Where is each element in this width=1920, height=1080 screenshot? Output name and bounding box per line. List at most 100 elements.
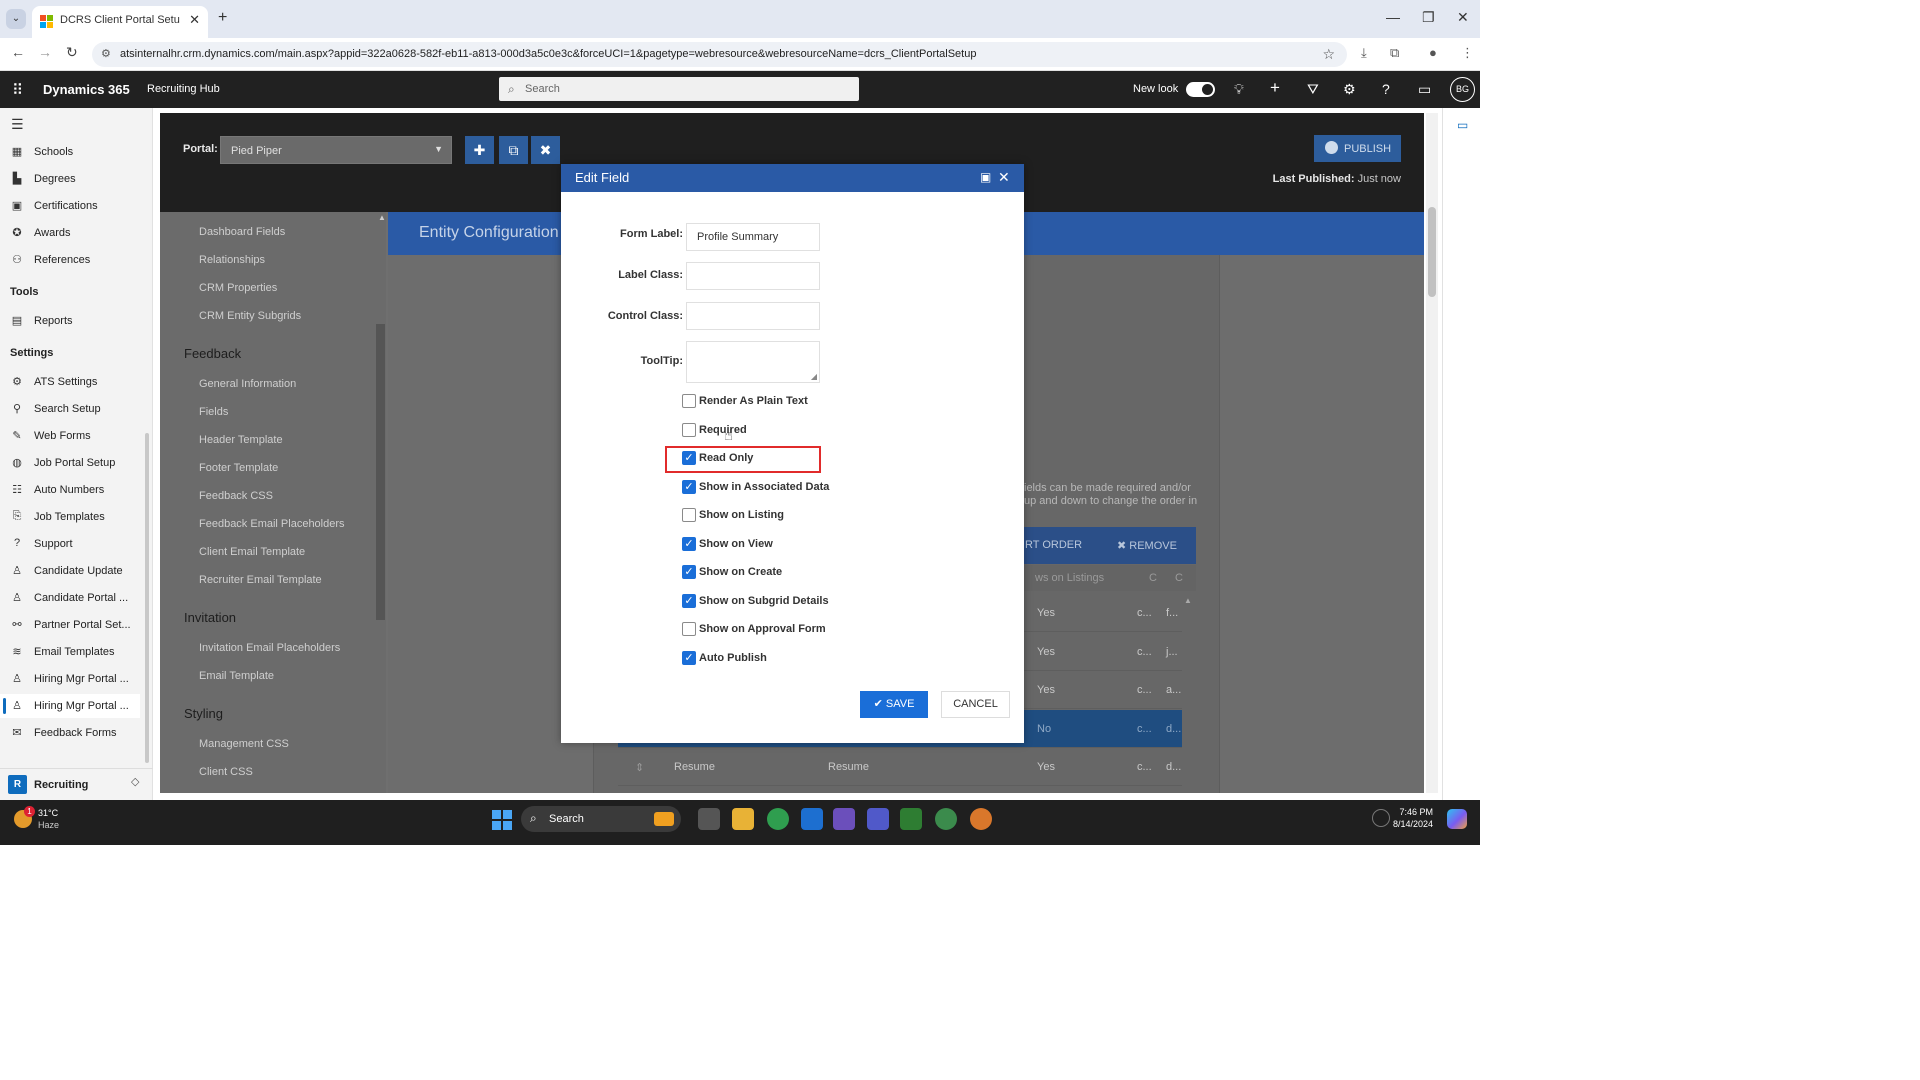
subnav-item[interactable]: Email Template	[199, 670, 274, 682]
browser-menu-icon[interactable]: ⋮	[1461, 45, 1474, 61]
nav-item[interactable]: ✎ Web Forms	[0, 424, 140, 448]
forward-icon[interactable]: →	[38, 44, 52, 60]
subnav-item[interactable]: Feedback Email Placeholders	[199, 518, 345, 530]
nav-item[interactable]: ▣ Certifications	[0, 194, 140, 218]
show-on-approval-form-checkbox[interactable]	[682, 622, 696, 636]
nav-scrollbar[interactable]	[145, 433, 149, 763]
bookmark-star-icon[interactable]: ☆	[1322, 46, 1335, 63]
show-in-associated-data-checkbox[interactable]: ✓	[682, 479, 696, 494]
nav-item[interactable]: ♙ Hiring Mgr Portal ...	[0, 694, 140, 718]
portal-select[interactable]: Pied Piper ▼	[220, 136, 452, 164]
teams-classic-icon[interactable]	[867, 808, 889, 830]
lightbulb-icon[interactable]: 💡︎	[1234, 81, 1244, 98]
nav-item[interactable]: ⎘ Job Templates	[0, 505, 140, 529]
app-name[interactable]: Recruiting Hub	[147, 83, 220, 95]
nav-item[interactable]: ▙ Degrees	[0, 167, 140, 191]
save-button[interactable]: ✔ SAVE	[860, 691, 928, 718]
close-window-icon[interactable]: ✕	[1457, 9, 1469, 26]
taskbar-search[interactable]: ⌕ Search	[521, 806, 681, 832]
subnav-item[interactable]: General Information	[199, 378, 296, 390]
subnav-item[interactable]: Recruiter Email Template	[199, 574, 322, 586]
subnav-item[interactable]: Client CSS	[199, 766, 253, 778]
minimize-icon[interactable]: —	[1386, 9, 1400, 25]
nav-item[interactable]: ⚯ Partner Portal Set...	[0, 613, 140, 637]
system-tray-icon[interactable]	[1372, 809, 1390, 827]
tooltip-textarea[interactable]: ◢	[686, 341, 820, 383]
nav-item[interactable]: ♙ Hiring Mgr Portal ...	[0, 667, 140, 691]
browser-tab[interactable]: DCRS Client Portal Setup Web ✕	[32, 6, 208, 38]
cancel-button[interactable]: CANCEL	[941, 691, 1010, 718]
show-on-create-checkbox[interactable]: ✓	[682, 565, 696, 579]
filter-icon[interactable]: ⛛	[1307, 81, 1319, 98]
new-look-toggle[interactable]	[1186, 82, 1215, 97]
nav-item[interactable]: ▦ Schools	[0, 140, 140, 164]
nav-item[interactable]: ☷ Auto Numbers	[0, 478, 140, 502]
subnav-item[interactable]: Feedback CSS	[199, 490, 273, 502]
app-launcher-icon[interactable]: ⠿	[12, 81, 23, 99]
chrome-active-icon[interactable]	[935, 808, 957, 830]
subnav-item[interactable]: Header Template	[199, 434, 283, 446]
outlook-icon[interactable]	[801, 808, 823, 830]
chrome-profile-icon[interactable]	[970, 808, 992, 830]
brand-title[interactable]: Dynamics 365	[43, 82, 130, 97]
nav-item[interactable]: ✪ Awards	[0, 221, 140, 245]
hamburger-menu-icon[interactable]: ☰	[11, 116, 24, 133]
subnav-item[interactable]: Footer Template	[199, 462, 278, 474]
nav-item[interactable]: ▤ Reports	[0, 309, 140, 333]
nav-item[interactable]: ♙ Candidate Portal ...	[0, 586, 140, 610]
site-info-icon[interactable]: ⚙	[101, 47, 111, 60]
nav-item[interactable]: ⚇ References	[0, 248, 140, 272]
form-label-input[interactable]	[686, 223, 820, 251]
restore-icon[interactable]: ❐	[1422, 9, 1435, 26]
subnav-item[interactable]: Invitation Email Placeholders	[199, 642, 340, 654]
file-explorer-icon[interactable]	[732, 808, 754, 830]
nav-item[interactable]: ⚙ ATS Settings	[0, 370, 140, 394]
column-header[interactable]: ws on Listings	[1035, 572, 1104, 584]
side-chat-icon[interactable]: ▭	[1457, 118, 1468, 132]
required-checkbox[interactable]	[682, 422, 696, 437]
chat-icon[interactable]: ▭	[1418, 81, 1431, 98]
nav-item[interactable]: ◍ Job Portal Setup	[0, 451, 140, 475]
excel-icon[interactable]	[900, 808, 922, 830]
windows-start-icon[interactable]	[492, 810, 512, 830]
settings-gear-icon[interactable]: ⚙	[1343, 81, 1356, 98]
show-on-subgrid-details-checkbox[interactable]: ✓	[682, 593, 696, 608]
nav-item[interactable]: ≋ Email Templates	[0, 640, 140, 664]
subnav-item[interactable]: Dashboard Fields	[199, 226, 285, 238]
teams-icon[interactable]	[833, 808, 855, 830]
sort-order-button[interactable]: RT ORDER	[1025, 539, 1082, 551]
close-icon[interactable]: ✕	[998, 169, 1010, 186]
tab-search-dropdown-icon[interactable]: ⌄	[6, 9, 26, 29]
drag-handle-icon[interactable]: ⇕	[635, 761, 644, 774]
subnav-item[interactable]: Management CSS	[199, 738, 289, 750]
subnav-item[interactable]: Relationships	[199, 254, 265, 266]
table-row[interactable]: ⇕ Resume Resume Yes c... d...	[618, 748, 1182, 786]
avatar[interactable]: BG	[1450, 77, 1475, 102]
clock[interactable]: 7:46 PM 8/14/2024	[1389, 806, 1433, 830]
copy-portal-button[interactable]: ⧉	[499, 136, 528, 164]
close-tab-icon[interactable]: ✕	[189, 12, 200, 28]
show-on-view-checkbox[interactable]: ✓	[682, 536, 696, 551]
subnav-item[interactable]: Client Email Template	[199, 546, 305, 558]
column-header[interactable]: C	[1175, 572, 1183, 584]
render-as-plain-text-checkbox[interactable]	[682, 394, 696, 408]
nav-item[interactable]: ? Support	[0, 532, 140, 556]
show-on-listing-checkbox[interactable]	[682, 508, 696, 522]
webresource-scrollbar[interactable]	[1426, 113, 1438, 793]
nav-item[interactable]: ⚲ Search Setup	[0, 397, 140, 421]
column-header[interactable]: C	[1149, 572, 1157, 584]
add-icon[interactable]: +	[1270, 78, 1280, 98]
resize-grip-icon[interactable]: ◢	[811, 372, 817, 381]
area-switcher[interactable]: R Recruiting ◇	[0, 768, 153, 800]
copilot-icon[interactable]	[1447, 809, 1467, 829]
add-portal-button[interactable]: ✚	[465, 136, 494, 164]
back-icon[interactable]: ←	[11, 44, 25, 60]
help-icon[interactable]: ?	[1382, 81, 1390, 97]
global-search-input[interactable]: ⌕ Search	[499, 77, 859, 101]
label-class-input[interactable]	[686, 262, 820, 290]
maximize-icon[interactable]: ▣	[980, 170, 991, 184]
scroll-up-icon[interactable]: ▲	[378, 213, 386, 222]
nav-item[interactable]: ✉ Feedback Forms	[0, 721, 140, 745]
task-view-icon[interactable]	[698, 808, 720, 830]
delete-portal-button[interactable]: ✖	[531, 136, 560, 164]
